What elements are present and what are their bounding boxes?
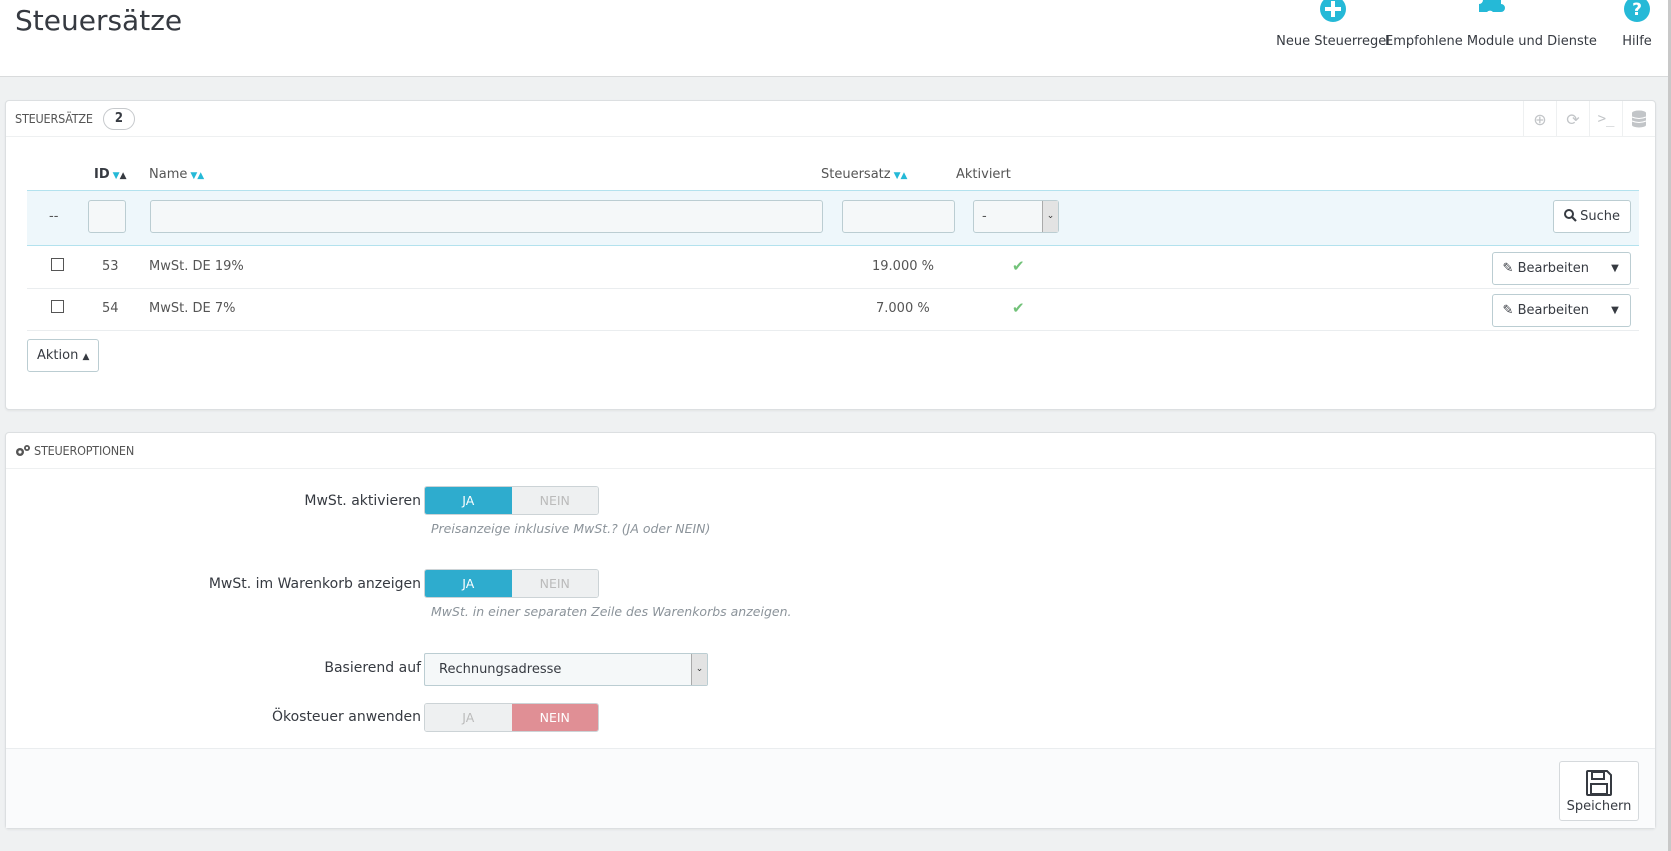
ecotax-yes[interactable]: JA [425,704,512,731]
row-edit-group: ✎ Bearbeiten ▼ [1491,294,1631,327]
sort-desc-icon[interactable]: ▼ [894,171,901,181]
edit-button-label: Bearbeiten [1517,303,1589,318]
row-checkbox[interactable] [51,258,64,271]
edit-button-label: Bearbeiten [1517,261,1589,276]
table-row: 53 MwSt. DE 19% 19.000 % ✔ ✎ Bearbeiten … [27,247,1639,289]
bulk-action-button[interactable]: Aktion ▲ [27,339,100,372]
display-tax-cart-no[interactable]: NEIN [511,570,598,597]
search-button[interactable]: Suche [1553,200,1631,233]
sort-desc-icon[interactable]: ▼ [113,171,120,181]
row-id: 54 [102,301,119,316]
page-header: Steuersätze Neue Steuerregel Empfohlene … [0,0,1668,77]
row-rate: 7.000 % [876,301,930,316]
display-tax-cart-yes[interactable]: JA [425,570,512,597]
tax-rates-panel: Steuersätze 2 ⊕ ⟳ >_ ID ▼▲ Name ▼▲ Steuers… [5,100,1656,410]
column-id[interactable]: ID ▼▲ [94,167,126,182]
panel-toolbar: ⊕ ⟳ >_ [1523,101,1655,137]
search-icon [1564,209,1577,222]
puzzle-piece-icon [1479,0,1505,12]
display-tax-cart-help: MwSt. in einer separaten Zeile des Waren… [431,604,792,619]
filter-row: -- - ⌄ Suche [27,190,1639,246]
plus-circle-icon [1320,0,1346,22]
enable-tax-label: MwSt. aktivieren [304,493,421,509]
filter-active-value: - [982,209,987,224]
column-name-label: Name [149,167,188,182]
save-button-label: Speichern [1566,799,1632,814]
refresh-icon[interactable]: ⟳ [1556,101,1589,137]
help-button[interactable]: ? Hilfe [1612,0,1662,49]
cogs-icon [16,444,30,456]
database-export-icon[interactable] [1622,101,1655,137]
enable-tax-no[interactable]: NEIN [511,487,598,514]
ecotax-label: Ökosteuer anwenden [271,709,421,725]
display-tax-cart-label: MwSt. im Warenkorb anzeigen [208,576,421,592]
table-row: 54 MwSt. DE 7% 7.000 % ✔ ✎ Bearbeiten ▼ [27,289,1639,331]
svg-text:?: ? [1632,0,1642,20]
column-id-label: ID [94,167,110,182]
row-edit-group: ✎ Bearbeiten ▼ [1491,252,1631,285]
add-new-icon[interactable]: ⊕ [1523,101,1556,137]
chevron-down-icon: ⌄ [691,654,707,685]
pencil-icon: ✎ [1502,303,1514,318]
sort-asc-icon[interactable]: ▲ [197,171,204,181]
tax-rates-panel-title: Steuersätze [15,111,93,126]
floppy-disk-icon [1586,770,1612,796]
display-tax-cart-switch[interactable]: JA NEIN [424,569,599,598]
filter-rate-input[interactable] [842,200,955,233]
sort-asc-icon[interactable]: ▲ [120,171,127,181]
search-button-label: Suche [1580,209,1620,224]
active-check-icon[interactable]: ✔ [1012,257,1025,275]
filter-checkbox-placeholder: -- [49,209,59,224]
new-tax-rule-label: Neue Steuerregel [1276,34,1390,49]
active-check-icon[interactable]: ✔ [1012,299,1025,317]
options-panel-footer: Speichern [6,748,1655,828]
chevron-down-icon: ⌄ [1042,201,1058,232]
row-checkbox[interactable] [51,300,64,313]
question-circle-icon: ? [1624,0,1650,22]
new-tax-rule-button[interactable]: Neue Steuerregel [1268,0,1398,49]
column-name[interactable]: Name ▼▲ [149,167,204,182]
bulk-action-label: Aktion [37,348,79,363]
pencil-icon: ✎ [1502,261,1514,276]
caret-up-icon: ▲ [82,352,90,362]
sort-asc-icon[interactable]: ▲ [901,171,908,181]
ecotax-no[interactable]: NEIN [511,704,598,731]
rates-count-badge: 2 [102,107,135,130]
tax-options-panel-title: Steueroptionen [34,443,135,458]
caret-down-icon: ▼ [1611,263,1619,274]
filter-id-input[interactable] [88,200,126,233]
sql-query-icon[interactable]: >_ [1589,101,1622,137]
caret-down-icon: ▼ [1611,305,1619,316]
filter-name-input[interactable] [150,200,823,233]
row-name: MwSt. DE 7% [149,301,236,316]
enable-tax-help: Preisanzeige inklusive MwSt.? (JA oder N… [431,521,711,536]
page-title: Steuersätze [15,4,183,37]
table-header-row: ID ▼▲ Name ▼▲ Steuersatz ▼▲ Aktiviert [26,161,1639,191]
filter-active-select[interactable]: - ⌄ [973,200,1059,233]
enable-tax-yes[interactable]: JA [425,487,512,514]
based-on-select[interactable]: Rechnungsadresse ⌄ [424,653,708,686]
recommended-modules-label: Empfohlene Module und Dienste [1385,34,1597,49]
row-actions-dropdown[interactable]: ▼ [1600,295,1630,326]
ecotax-switch[interactable]: JA NEIN [424,703,599,732]
based-on-value: Rechnungsadresse [439,662,562,677]
column-active: Aktiviert [956,167,1011,182]
column-active-label: Aktiviert [956,167,1011,182]
row-actions-dropdown[interactable]: ▼ [1600,253,1630,284]
enable-tax-switch[interactable]: JA NEIN [424,486,599,515]
help-label: Hilfe [1622,34,1652,49]
edit-button[interactable]: ✎ Bearbeiten [1493,295,1600,326]
column-rate-label: Steuersatz [821,167,891,182]
save-button[interactable]: Speichern [1559,761,1639,821]
row-rate: 19.000 % [872,259,934,274]
row-id: 53 [102,259,119,274]
column-rate[interactable]: Steuersatz ▼▲ [821,167,907,182]
tax-rates-panel-heading: Steuersätze 2 [6,101,1655,137]
row-name: MwSt. DE 19% [149,259,244,274]
based-on-label: Basierend auf [324,660,421,676]
recommended-modules-button[interactable]: Empfohlene Module und Dienste [1385,0,1597,49]
tax-options-panel-heading: Steueroptionen [6,433,1655,469]
edit-button[interactable]: ✎ Bearbeiten [1493,253,1600,284]
